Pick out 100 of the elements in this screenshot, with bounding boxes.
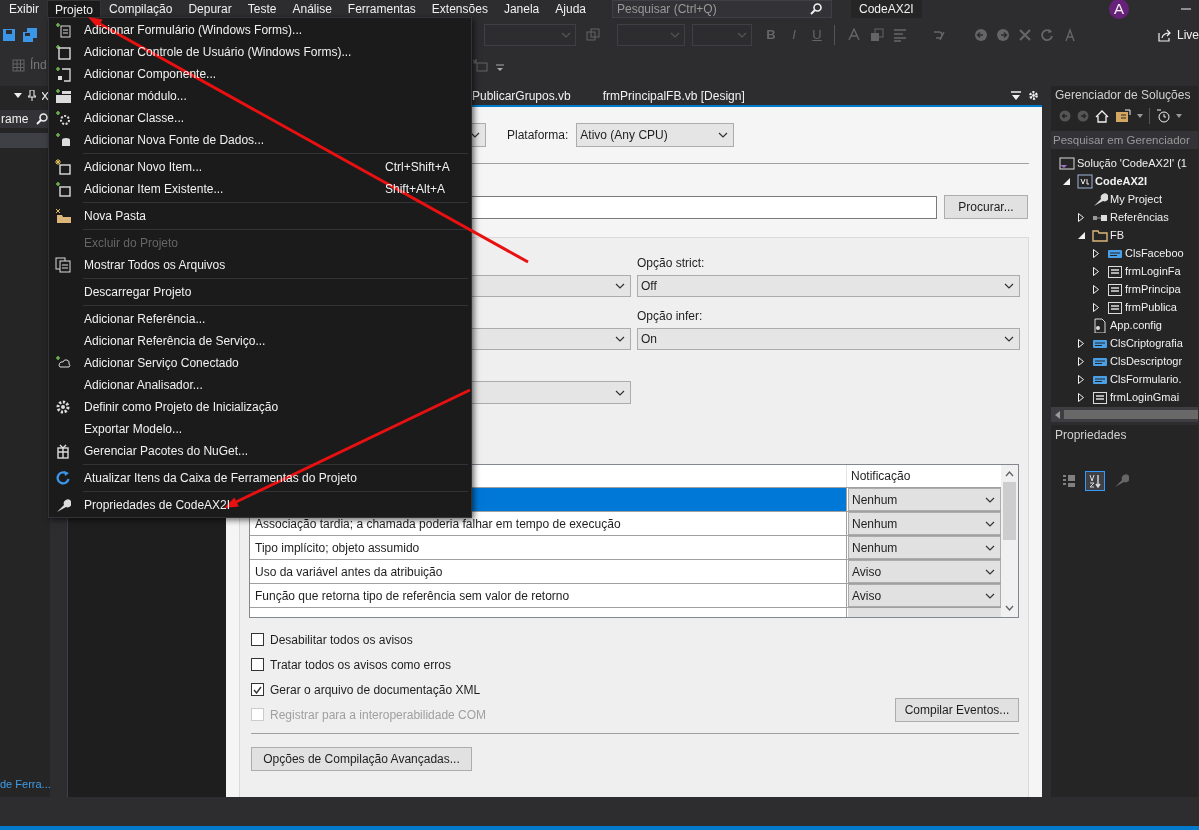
tree-item[interactable]: frmLoginGmai xyxy=(1110,389,1180,406)
search-field[interactable]: rame xyxy=(0,110,50,128)
tree-item[interactable]: ClsFormulario. xyxy=(1110,371,1182,388)
collapsed-icon[interactable] xyxy=(1093,248,1099,258)
collapsed-icon[interactable] xyxy=(1078,356,1084,366)
tree-item[interactable]: frmPublica xyxy=(1125,299,1177,316)
menu-item[interactable]: Teste xyxy=(239,0,285,18)
search-icon xyxy=(810,3,822,15)
menu-item[interactable]: Janela xyxy=(495,0,548,18)
tree-item[interactable]: Referências xyxy=(1110,209,1169,226)
menu-item[interactable]: Mostrar Todos os Arquivos xyxy=(49,254,471,276)
notification-dropdown[interactable]: Nenhum xyxy=(848,536,1001,559)
tree-item[interactable]: frmPrincipa xyxy=(1125,281,1181,298)
menu-item[interactable]: Definir como Projeto de Inicialização xyxy=(49,396,471,418)
menu-item[interactable]: Adicionar Classe... xyxy=(49,107,471,129)
notification-dropdown[interactable]: Aviso xyxy=(848,584,1001,607)
account-avatar[interactable]: A xyxy=(1109,0,1129,19)
menu-item[interactable]: Gerenciar Pacotes do NuGet... xyxy=(49,440,471,462)
tree-item[interactable]: CodeAX2I xyxy=(1095,173,1147,190)
scroll-down-icon[interactable] xyxy=(1005,605,1014,611)
menu-item[interactable]: Exportar Modelo... xyxy=(49,418,471,440)
menu-item[interactable]: Ferramentas xyxy=(339,0,424,18)
config-file-icon xyxy=(1092,317,1108,333)
menu-item[interactable]: Adicionar Novo Item... Ctrl+Shift+A xyxy=(49,156,471,178)
collapsed-icon[interactable] xyxy=(1078,338,1084,348)
scrollbar-track[interactable] xyxy=(1051,407,1198,422)
chevron-down-icon xyxy=(615,283,625,289)
tree-item[interactable]: Solução 'CodeAX2I' (1 xyxy=(1077,155,1187,172)
menu-item: Excluir do Projeto xyxy=(83,235,180,252)
scrollbar-thumb[interactable] xyxy=(1064,410,1198,420)
history-icon[interactable] xyxy=(1156,109,1170,124)
tree-item[interactable]: My Project xyxy=(1110,191,1162,208)
tree-item[interactable]: ClsCriptografia xyxy=(1110,335,1183,352)
notification-dropdown[interactable]: Aviso xyxy=(848,560,1001,583)
dropdown-icon[interactable] xyxy=(14,93,22,98)
menu-item[interactable]: Nova Pasta xyxy=(49,205,471,227)
dropdown[interactable]: On xyxy=(637,328,1020,350)
tree-item[interactable]: ClsDescriptogr xyxy=(1110,353,1183,370)
menu-item[interactable]: Projeto xyxy=(47,0,102,18)
menu-item[interactable]: Adicionar Referência de Serviço... xyxy=(49,330,471,352)
tree-item[interactable]: ClsFaceboo xyxy=(1125,245,1184,262)
checkbox[interactable] xyxy=(251,658,264,671)
check-icon xyxy=(253,685,262,694)
collapsed-icon[interactable] xyxy=(1078,392,1084,402)
menu-item[interactable]: Depurar xyxy=(180,0,240,18)
view-button[interactable] xyxy=(1085,471,1105,491)
expanded-icon[interactable] xyxy=(1063,177,1070,185)
scrollbar-track[interactable] xyxy=(1001,465,1018,617)
menu-item[interactable]: Descarregar Projeto xyxy=(49,281,471,303)
tree-item[interactable]: frmLoginFa xyxy=(1125,263,1181,280)
menu-item[interactable]: Adicionar Referência... xyxy=(49,308,471,330)
menu-item[interactable]: Adicionar Analisador... xyxy=(49,374,471,396)
notification-dropdown[interactable]: Nenhum xyxy=(848,512,1001,535)
collapsed-icon[interactable] xyxy=(1078,212,1084,222)
dropdown-icon[interactable] xyxy=(1176,114,1182,119)
scroll-left-icon[interactable] xyxy=(1055,410,1060,419)
menu-item[interactable]: Ajuda xyxy=(547,0,594,18)
tree-item[interactable]: App.config xyxy=(1110,317,1162,334)
menu-item[interactable]: Extensões xyxy=(423,0,496,18)
menu-item[interactable]: Análise xyxy=(284,0,340,18)
notification-dropdown[interactable]: Nenhum xyxy=(848,488,1001,511)
settings-icon[interactable] xyxy=(1028,90,1039,101)
share-button[interactable]: Live xyxy=(1177,26,1199,44)
menu-item[interactable]: Exibir xyxy=(1,0,47,18)
dropdown-icon[interactable] xyxy=(1137,114,1143,119)
tab-list-icon[interactable] xyxy=(1011,91,1021,101)
text-color-icon[interactable] xyxy=(847,28,861,42)
search-field[interactable]: Pesquisar em Gerenciador xyxy=(1051,130,1198,150)
home-icon[interactable] xyxy=(1095,109,1109,123)
search-field[interactable]: Pesquisar (Ctrl+Q) xyxy=(612,0,832,18)
menu-item[interactable]: Compilação xyxy=(101,0,181,18)
collapsed-icon[interactable] xyxy=(1093,302,1099,312)
checkbox[interactable] xyxy=(251,683,264,696)
tree-item[interactable]: FB xyxy=(1110,227,1125,244)
save-all-icon[interactable] xyxy=(22,28,38,42)
pin-icon[interactable] xyxy=(28,90,36,101)
menu-item[interactable]: Adicionar Nova Fonte de Dados... xyxy=(49,129,471,151)
save-icon[interactable] xyxy=(2,28,16,42)
collapsed-icon[interactable] xyxy=(1093,284,1099,294)
solution-icon xyxy=(1059,155,1075,171)
checkbox[interactable] xyxy=(251,633,264,646)
collapsed-icon[interactable] xyxy=(1078,374,1084,384)
menu-item[interactable]: Adicionar Serviço Conectado xyxy=(49,352,471,374)
expanded-icon[interactable] xyxy=(1078,231,1085,239)
panel-title: Gerenciador de Soluções xyxy=(1054,87,1192,105)
sync-icon[interactable] xyxy=(1115,109,1131,124)
share-icon[interactable] xyxy=(1158,28,1172,42)
collapsed-icon[interactable] xyxy=(1093,266,1099,276)
tool-window-tab[interactable]: de Ferra... xyxy=(0,775,51,792)
chevron-down-icon xyxy=(985,544,995,551)
dropdown[interactable]: Ativo (Any CPU) xyxy=(576,123,735,147)
browse-button[interactable]: Procurar... xyxy=(944,195,1028,219)
dropdown[interactable]: Off xyxy=(637,275,1020,297)
overflow-icon[interactable] xyxy=(495,64,504,72)
scrollbar-thumb[interactable] xyxy=(1003,482,1016,540)
field-label: Opção strict: xyxy=(637,255,706,272)
back-color-icon[interactable] xyxy=(870,28,884,42)
scroll-up-icon[interactable] xyxy=(1005,471,1014,477)
advanced-options-button[interactable]: Opções de Compilação Avançadas... xyxy=(251,747,472,771)
build-events-button[interactable]: Compilar Eventos... xyxy=(895,698,1019,722)
